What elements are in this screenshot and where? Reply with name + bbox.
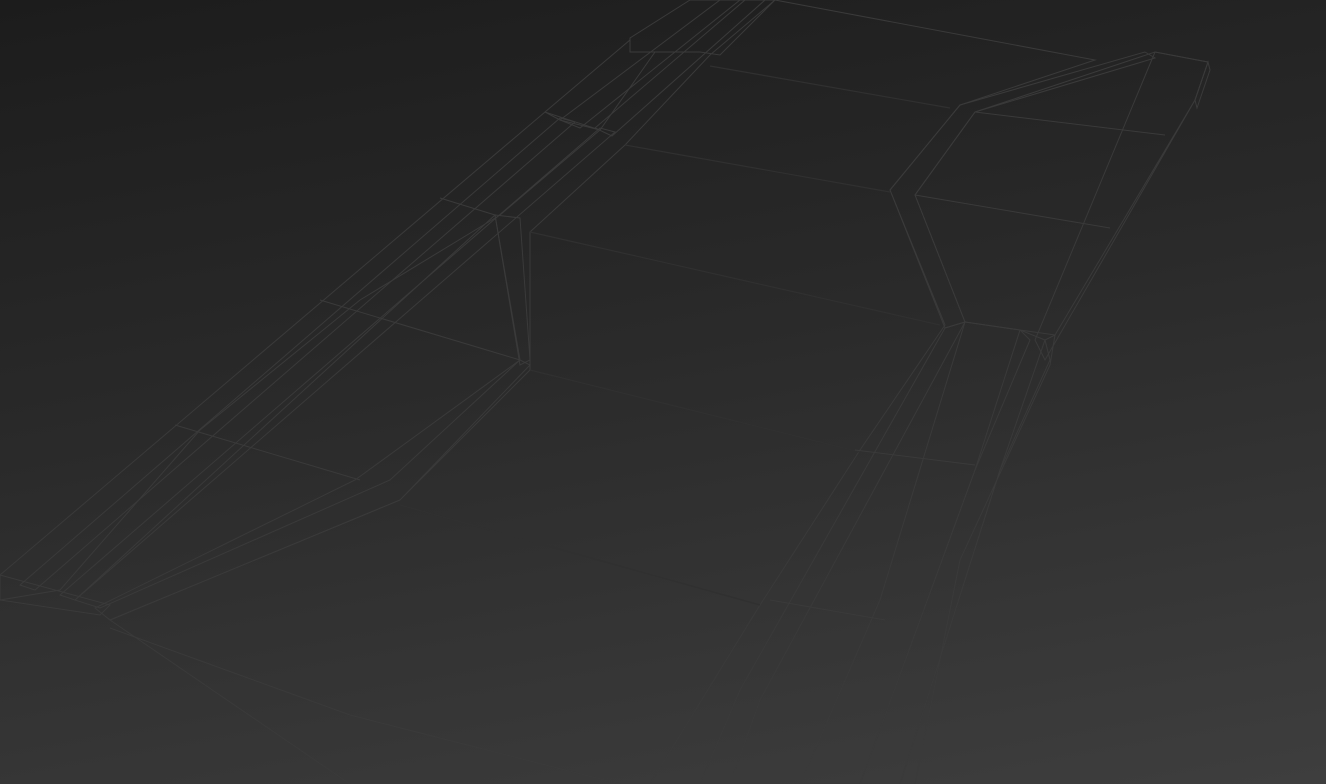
right-platform-seam-2 <box>914 194 1111 229</box>
right-platform-seam-1 <box>974 111 1166 136</box>
left-ledge-seam-2 <box>319 299 521 361</box>
left-bay-floor <box>74 214 521 609</box>
right-long-rail-b <box>799 321 1031 784</box>
floor-seam-4 <box>529 369 861 453</box>
right-rail-outer <box>1034 51 1209 362</box>
floor-seam-5 <box>399 504 761 606</box>
left-ledge-front <box>0 574 111 616</box>
central-floor <box>108 0 1097 784</box>
right-long-rail-a <box>699 321 967 784</box>
left-upper-platform <box>629 0 776 56</box>
right-platform <box>914 51 1209 336</box>
left-top-rail-a <box>558 0 741 129</box>
floor-seam-7 <box>349 714 621 784</box>
right-long-rail-c <box>859 329 1051 784</box>
left-ledge-face <box>0 111 602 601</box>
left-middle-platform <box>544 38 656 131</box>
left-bay-wall <box>494 214 531 366</box>
left-ledge-seam-3 <box>439 197 496 216</box>
3d-viewport[interactable] <box>0 0 1326 784</box>
right-rail-seam-1 <box>854 449 976 466</box>
right-edge-thickness <box>899 334 1056 784</box>
left-rail-inner <box>59 127 617 601</box>
floor-seam-2 <box>624 144 891 193</box>
left-rail-outer <box>19 117 577 591</box>
floor-seam-3 <box>529 231 941 326</box>
right-rail-front <box>1194 60 1211 110</box>
floor-seam-1 <box>709 65 951 109</box>
trench-mesh-model[interactable] <box>0 0 1326 784</box>
left-top-rail-b <box>594 0 766 137</box>
right-rail-seam-2 <box>769 599 886 621</box>
